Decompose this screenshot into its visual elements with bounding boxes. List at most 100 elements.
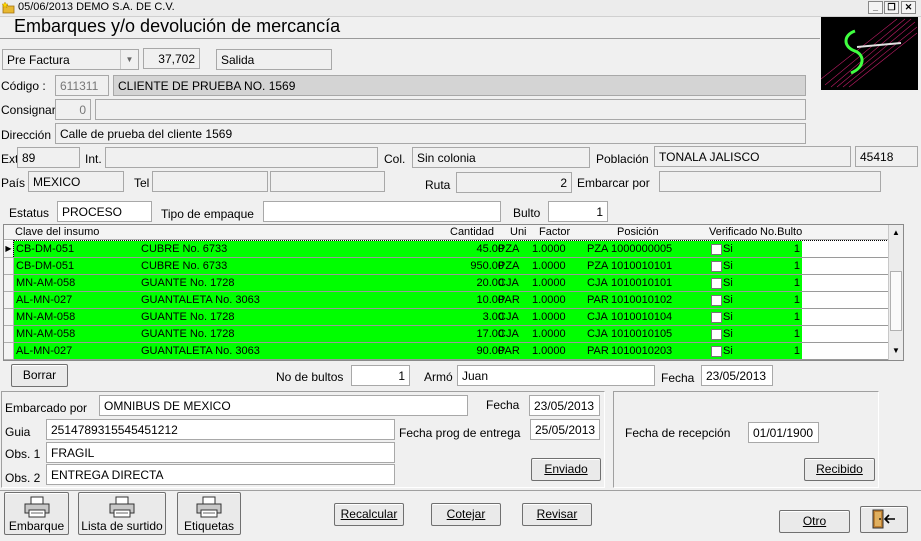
row-selector[interactable] <box>4 343 14 360</box>
cell-factor: 1.0000 <box>532 243 566 255</box>
exit-button[interactable] <box>860 506 908 533</box>
table-row[interactable]: MN-AM-058 GUANTE No. 1728 20.00 CJA 1.0000 CJ… <box>14 275 888 292</box>
tel2-field <box>270 171 385 192</box>
embarque-button[interactable]: Embarque <box>4 492 69 535</box>
estatus-field: PROCESO <box>57 201 152 222</box>
company-logo <box>821 17 918 90</box>
cell-uni: PZA <box>498 260 520 272</box>
enviado-button[interactable]: Enviado <box>531 458 601 481</box>
ext-field: 89 <box>17 147 80 168</box>
armo-field[interactable]: Juan <box>457 365 655 386</box>
consignar-label: Consignar <box>1 103 56 117</box>
tipo-empaque-label: Tipo de empaque <box>161 207 254 221</box>
cell-uni: PAR <box>498 294 520 306</box>
cell-uni: PZA <box>498 243 520 255</box>
cell-verificado: Si <box>723 260 733 272</box>
table-row[interactable]: AL-MN-027 GUANTALETA No. 3063 90.00 PAR 1.00… <box>14 343 888 360</box>
row-selector[interactable] <box>4 258 14 275</box>
borrar-button[interactable]: Borrar <box>11 364 68 387</box>
codigo-label: Código : <box>1 79 46 93</box>
revisar-button[interactable]: Revisar <box>522 503 592 526</box>
cell-uni2: CJA <box>587 277 608 289</box>
document-type-select[interactable]: Pre Factura ▼ <box>2 49 139 70</box>
scroll-up-icon[interactable]: ▲ <box>892 228 900 237</box>
printer-icon <box>196 496 222 518</box>
bulto-label: Bulto <box>513 206 541 220</box>
cell-descripcion: CUBRE No. 6733 <box>141 260 228 272</box>
table-row[interactable]: CB-DM-051 CUBRE No. 6733 950.00 PZA 1.0000 PZ… <box>14 258 888 275</box>
minimize-button[interactable]: _ <box>868 1 883 14</box>
guia-field[interactable]: 2514789315545451212 <box>46 419 395 440</box>
verificado-checkbox[interactable] <box>711 312 722 323</box>
items-grid[interactable]: Clave del insumo Cantidad Uni Factor Pos… <box>3 224 904 361</box>
verificado-checkbox[interactable] <box>711 261 722 272</box>
cell-clave: AL-MN-027 <box>16 294 73 306</box>
fecha-prog-field[interactable]: 25/05/2013 <box>530 419 600 440</box>
verificado-checkbox[interactable] <box>711 295 722 306</box>
chevron-down-icon[interactable]: ▼ <box>120 50 138 69</box>
etiquetas-button[interactable]: Etiquetas <box>177 492 241 535</box>
cell-clave: CB-DM-051 <box>16 260 75 272</box>
cotejar-button[interactable]: Cotejar <box>431 503 501 526</box>
grid-scrollbar[interactable]: ▲ ▼ <box>888 225 903 360</box>
no-bultos-field[interactable]: 1 <box>351 365 410 386</box>
recibido-label: Recibido <box>816 462 863 476</box>
close-button[interactable]: ✕ <box>901 1 916 14</box>
table-row[interactable]: MN-AM-058 GUANTE No. 1728 3.00 CJA 1.0000 CJA… <box>14 309 888 326</box>
recalcular-label: Recalcular <box>340 507 398 521</box>
obs2-field[interactable]: ENTREGA DIRECTA <box>46 464 395 485</box>
row-selector[interactable] <box>4 309 14 326</box>
col-posicion: Posición <box>617 226 659 238</box>
ship-fecha-field[interactable]: 23/05/2013 <box>529 395 600 416</box>
client-code-field[interactable]: 611311 <box>55 75 109 96</box>
row-selector[interactable] <box>4 292 14 309</box>
consignar-field[interactable]: 0 <box>55 99 91 120</box>
lista-surtido-button[interactable]: Lista de surtido <box>78 492 166 535</box>
row-selector[interactable]: ▶ <box>4 241 14 258</box>
table-row[interactable]: MN-AM-058 GUANTE No. 1728 17.00 CJA 1.0000 CJ… <box>14 326 888 343</box>
tel-label: Tel <box>134 176 150 190</box>
recibido-button[interactable]: Recibido <box>804 458 875 481</box>
cell-nobulto: 1 <box>793 328 800 340</box>
obs1-field[interactable]: FRAGIL <box>46 442 395 463</box>
verificado-checkbox[interactable] <box>711 329 722 340</box>
embarcado-field[interactable]: OMNIBUS DE MEXICO <box>99 395 468 416</box>
armo-label: Armó <box>424 370 453 384</box>
scroll-thumb[interactable] <box>890 271 902 331</box>
table-row[interactable]: AL-MN-027 GUANTALETA No. 3063 10.00 PAR 1.00… <box>14 292 888 309</box>
estatus-label: Estatus <box>9 206 50 220</box>
recalcular-button[interactable]: Recalcular <box>334 503 404 526</box>
title-divider <box>0 38 820 39</box>
cell-descripcion: GUANTE No. 1728 <box>141 328 235 340</box>
otro-button[interactable]: Otro <box>779 510 850 533</box>
cotejar-label: Cotejar <box>446 507 486 521</box>
row-selector[interactable] <box>4 326 14 343</box>
verificado-checkbox[interactable] <box>711 244 722 255</box>
fecha-label: Fecha <box>661 371 695 385</box>
embarcado-label: Embarcado por <box>5 401 88 415</box>
cell-nobulto: 1 <box>793 243 800 255</box>
row-selector[interactable] <box>4 275 14 292</box>
col-factor: Factor <box>539 226 571 238</box>
armado-fecha-field[interactable]: 23/05/2013 <box>701 365 773 386</box>
recepcion-fecha-field[interactable]: 01/01/1900 <box>748 422 819 443</box>
table-row[interactable]: CB-DM-051 CUBRE No. 6733 45.00 PZA 1.0000 PZA… <box>13 240 889 259</box>
scroll-down-icon[interactable]: ▼ <box>892 346 900 355</box>
movement-type: Salida <box>216 49 332 70</box>
ruta-label: Ruta <box>425 178 451 192</box>
embarcar-label: Embarcar por <box>577 176 650 190</box>
colonia-field: Sin colonia <box>412 147 590 168</box>
cell-posicion: 1010010203 <box>611 345 673 357</box>
tel-field <box>152 171 268 192</box>
bulto-field[interactable]: 1 <box>548 201 608 222</box>
verificado-checkbox[interactable] <box>711 346 722 357</box>
pais-field: MEXICO <box>28 171 124 192</box>
col-clave: Clave del insumo <box>15 226 100 238</box>
cell-blank <box>802 258 888 274</box>
cell-blank <box>802 309 888 325</box>
verificado-checkbox[interactable] <box>711 278 722 289</box>
restore-button[interactable]: ❐ <box>884 1 899 14</box>
tipo-empaque-field[interactable] <box>263 201 501 222</box>
int-field <box>105 147 378 168</box>
cell-uni2: PZA <box>587 260 609 272</box>
